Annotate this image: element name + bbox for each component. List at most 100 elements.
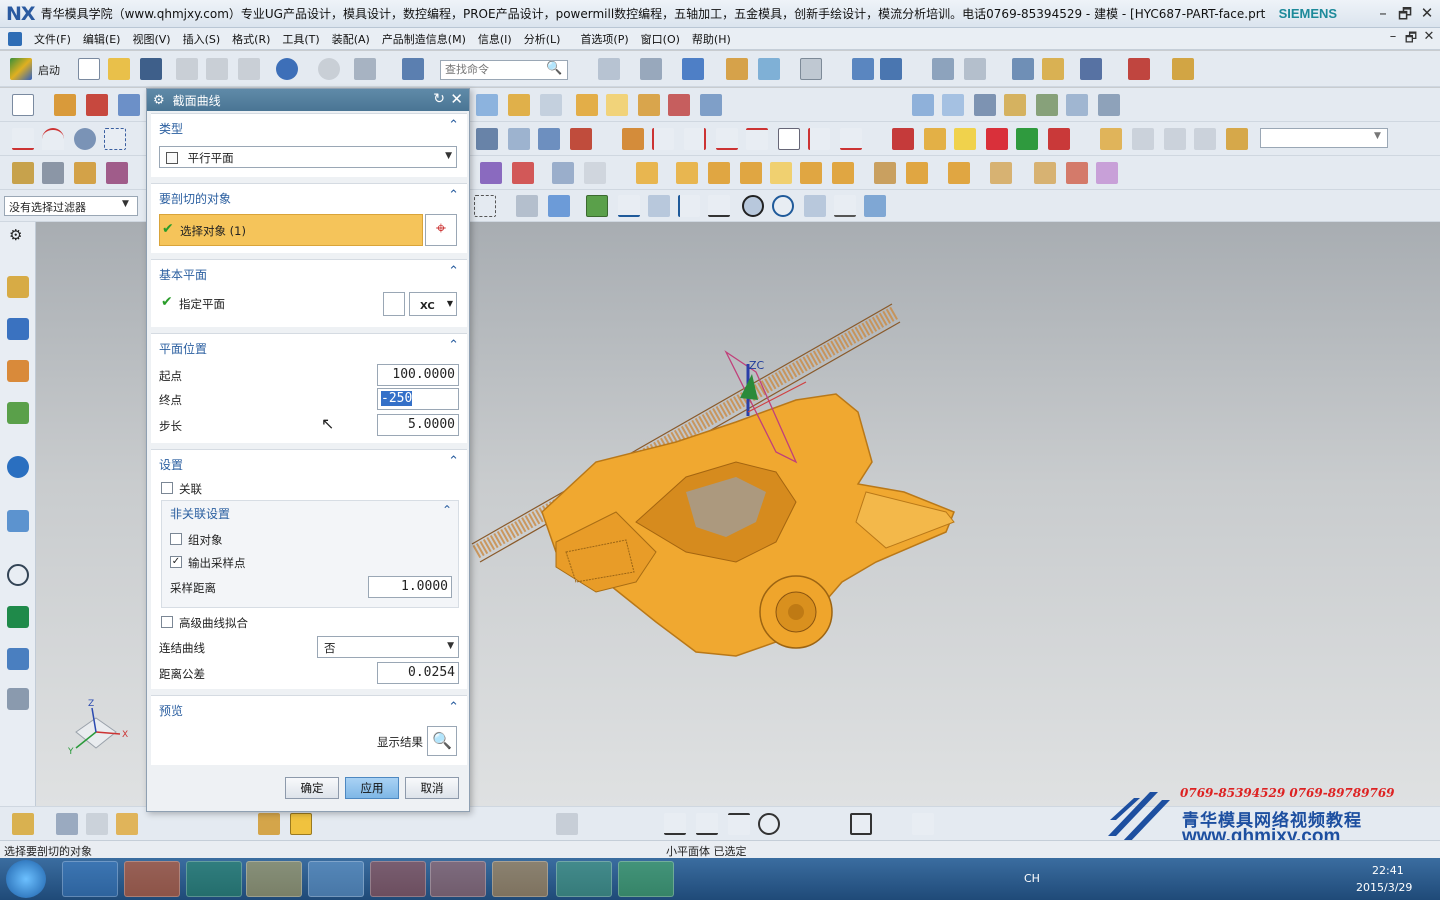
snap-view-icon[interactable]: [1080, 58, 1102, 80]
text-curve-icon[interactable]: [778, 128, 800, 150]
windows-start-button[interactable]: [6, 860, 46, 898]
distance-tolerance-field[interactable]: 0.0254: [377, 662, 459, 684]
arc-center-snap-icon[interactable]: [742, 195, 764, 217]
add-component-icon[interactable]: [1132, 128, 1154, 150]
bottom-transform-icon[interactable]: [258, 813, 280, 835]
measure-icon[interactable]: [964, 58, 986, 80]
boolean-icon[interactable]: [508, 94, 530, 116]
view-orient-icon[interactable]: [640, 58, 662, 80]
undo-icon[interactable]: [276, 58, 298, 80]
app-a-icon[interactable]: [186, 861, 242, 897]
select-rect-icon[interactable]: [474, 195, 496, 217]
output-sample-points-checkbox[interactable]: ✓: [170, 556, 182, 568]
replace-face-icon[interactable]: [636, 162, 658, 184]
make-parallel-icon[interactable]: [1066, 162, 1088, 184]
make-coplanar-icon[interactable]: [906, 162, 928, 184]
unbend-icon[interactable]: [1016, 128, 1038, 150]
open-folder-icon[interactable]: [108, 58, 130, 80]
cut-icon[interactable]: [176, 58, 198, 80]
show-result-magnifier-icon[interactable]: 🔍: [427, 726, 457, 756]
crosshair-icon[interactable]: ⌖: [425, 214, 457, 246]
clock-time[interactable]: 22:41: [1372, 864, 1404, 877]
draft-icon[interactable]: [638, 94, 660, 116]
bottom-add-icon[interactable]: [116, 813, 138, 835]
sketch-point-icon[interactable]: [912, 813, 934, 835]
sketch-line-icon[interactable]: [696, 813, 718, 835]
start-field[interactable]: 100.0000: [377, 364, 459, 386]
pattern-icon[interactable]: [700, 94, 722, 116]
browser-360-icon[interactable]: [556, 861, 612, 897]
bottom-datum-icon[interactable]: [86, 813, 108, 835]
extrude-icon[interactable]: [54, 94, 76, 116]
chevron-down-icon[interactable]: ▼: [1374, 131, 1381, 141]
redo-icon[interactable]: [318, 58, 340, 80]
clock-date[interactable]: 2015/3/29: [1356, 881, 1412, 894]
fit-view-icon[interactable]: [598, 58, 620, 80]
repeat-command-icon[interactable]: [354, 58, 376, 80]
grid-icon[interactable]: [1128, 58, 1150, 80]
associative-checkbox[interactable]: [161, 482, 173, 494]
settings-section-title[interactable]: 设置: [159, 456, 183, 473]
app-menu-icon[interactable]: [8, 31, 22, 46]
objects-section-title[interactable]: 要剖切的对象: [159, 190, 231, 207]
green-app-icon[interactable]: [618, 861, 674, 897]
menu-format[interactable]: 格式(R): [226, 31, 276, 47]
chevron-down-icon[interactable]: ▼: [122, 199, 129, 209]
menu-information[interactable]: 信息(I): [472, 31, 518, 47]
make-symmetric-icon[interactable]: [1034, 162, 1056, 184]
group-objects-checkbox[interactable]: [170, 533, 182, 545]
edit-feature-icon[interactable]: [12, 162, 34, 184]
bottom-feature-icon[interactable]: [56, 813, 78, 835]
part-navigator-icon[interactable]: [7, 360, 29, 382]
midpoint-snap-icon[interactable]: [648, 195, 670, 217]
law-curve-icon[interactable]: [840, 128, 862, 150]
web-browser-icon[interactable]: [7, 510, 29, 532]
media-player-icon[interactable]: [492, 861, 548, 897]
transform-icon[interactable]: [880, 58, 902, 80]
point-on-face-snap-icon[interactable]: [864, 195, 886, 217]
end-field[interactable]: -250: [377, 388, 459, 410]
trim-body-icon[interactable]: [476, 94, 498, 116]
screen-app-icon[interactable]: [308, 861, 364, 897]
assembly-icon[interactable]: [1100, 128, 1122, 150]
menu-window[interactable]: 窗口(O): [635, 31, 686, 47]
surface-icon[interactable]: [912, 94, 934, 116]
sketch-circle-icon[interactable]: [758, 813, 780, 835]
menu-tools[interactable]: 工具(T): [276, 31, 325, 47]
preview-section-title[interactable]: 预览: [159, 702, 183, 719]
minimize-button[interactable]: –: [1372, 4, 1394, 22]
plane-position-section-title[interactable]: 平面位置: [159, 340, 207, 357]
studio-surface-icon[interactable]: [1004, 94, 1026, 116]
bridge-surface-icon[interactable]: [1066, 94, 1088, 116]
extract-curve-icon[interactable]: [622, 128, 644, 150]
paste-icon[interactable]: [238, 58, 260, 80]
menu-view[interactable]: 视图(V): [126, 31, 176, 47]
endpoint-snap-icon[interactable]: [618, 195, 640, 217]
offset-face-icon[interactable]: [668, 94, 690, 116]
chevron-up-icon[interactable]: ⌃: [448, 188, 459, 203]
offset-curve-icon[interactable]: [476, 128, 498, 150]
hd3d-icon[interactable]: [7, 456, 29, 478]
sketch-arc-icon[interactable]: [728, 813, 750, 835]
block-icon[interactable]: [118, 94, 140, 116]
sew-icon[interactable]: [1098, 94, 1120, 116]
sheetmetal-icon[interactable]: [892, 128, 914, 150]
doc-close-button[interactable]: ✕: [1418, 29, 1440, 44]
arc-icon[interactable]: [42, 128, 64, 150]
n-sided-icon[interactable]: [1036, 94, 1058, 116]
ruler-icon[interactable]: [1172, 58, 1194, 80]
make-perpendicular-icon[interactable]: [1096, 162, 1118, 184]
save-icon[interactable]: [140, 58, 162, 80]
delete-face-icon[interactable]: [708, 162, 730, 184]
trim-curve-icon[interactable]: [652, 128, 674, 150]
synchronous-icon[interactable]: [480, 162, 502, 184]
menu-preferences[interactable]: 首选项(P): [574, 31, 634, 47]
command-finder-icon[interactable]: [402, 58, 424, 80]
fillet-curve-icon[interactable]: [716, 128, 738, 150]
apply-button[interactable]: 应用: [345, 777, 399, 799]
maximize-button[interactable]: 🗗: [1394, 4, 1416, 29]
close-button[interactable]: ✕: [1416, 4, 1438, 22]
helix-icon[interactable]: [808, 128, 830, 150]
paste-face-icon[interactable]: [800, 162, 822, 184]
reset-icon[interactable]: ↻: [433, 91, 445, 107]
